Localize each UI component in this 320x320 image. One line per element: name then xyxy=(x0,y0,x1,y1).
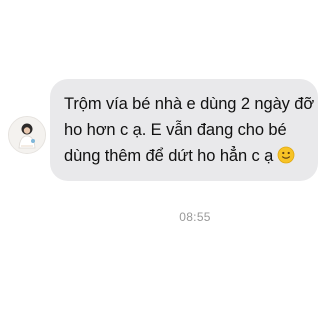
message-bubble[interactable]: Trộm vía bé nhà e dùng 2 ngày đỡ ho hơn … xyxy=(50,79,318,181)
message-line-1: Trộm vía bé nhà e dùng 2 ngày đỡ xyxy=(64,95,315,113)
avatar-photo-icon xyxy=(9,117,45,153)
slightly-smiling-face-icon xyxy=(277,146,295,164)
message-line-2: ho hơn c ạ. E vẫn đang cho bé xyxy=(64,121,287,139)
chat-thread: Trộm vía bé nhà e dùng 2 ngày đỡ ho hơn … xyxy=(0,0,320,320)
message-line-3: dùng thêm để dứt ho hẳn c ạ xyxy=(64,147,274,165)
message-timestamp: 08:55 xyxy=(179,210,211,224)
sender-avatar[interactable] xyxy=(8,116,46,154)
message-line-3-wrapper: dùng thêm để dứt ho hẳn c ạ xyxy=(64,143,308,169)
